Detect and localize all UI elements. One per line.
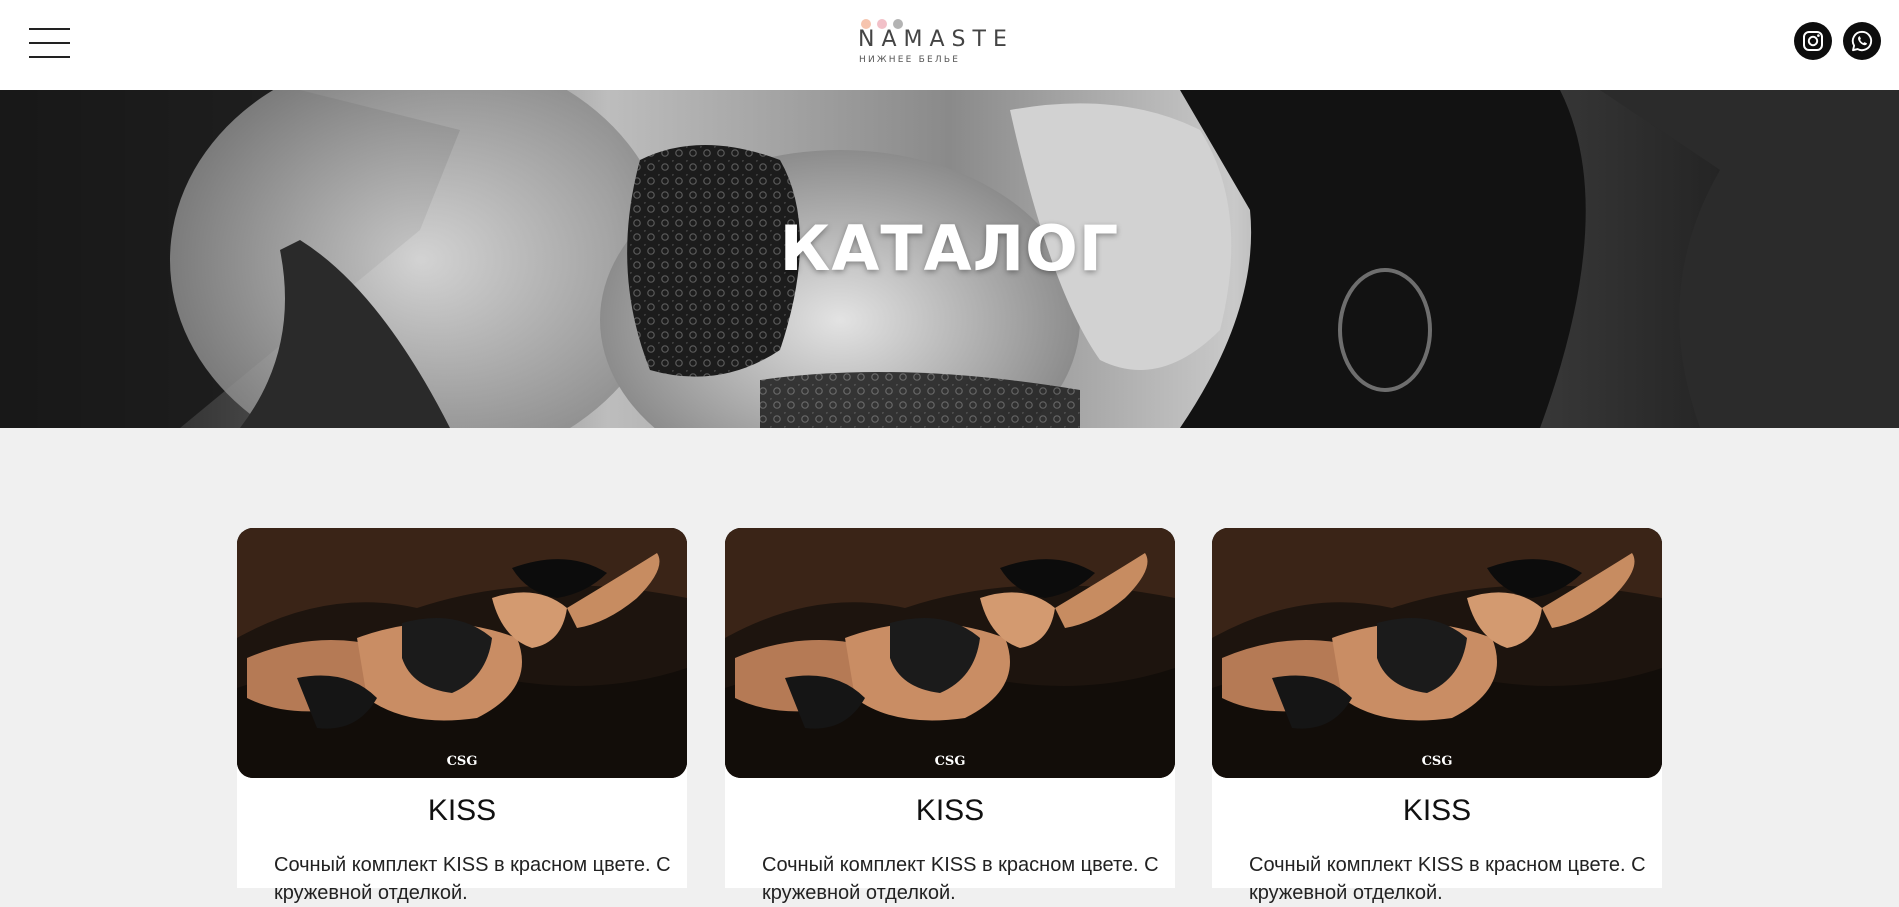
whatsapp-icon xyxy=(1851,30,1873,52)
product-photo[interactable]: CSG xyxy=(237,528,687,778)
logo-tagline: НИЖНЕЕ БЕЛЬЕ xyxy=(859,55,961,65)
product-photo-watermark: CSG xyxy=(1421,754,1453,769)
brand-logo[interactable]: NAMASTE НИЖНЕЕ БЕЛЬЕ xyxy=(858,16,1024,68)
logo-dots xyxy=(861,16,909,29)
page-title: КАТАЛОГ xyxy=(779,212,1120,285)
whatsapp-button[interactable] xyxy=(1843,22,1881,60)
product-description: Сочный комплект KISS в красном цвете. С … xyxy=(1249,854,1646,904)
product-photo-art xyxy=(725,528,1175,778)
product-card[interactable]: CSG KISS Сочный комплект KISS в красном … xyxy=(237,528,687,904)
product-photo-watermark: CSG xyxy=(934,754,966,769)
product-photo-watermark: CSG xyxy=(446,754,478,769)
product-title[interactable]: KISS xyxy=(237,796,687,826)
logo-brand-name: NAMASTE xyxy=(858,27,1014,52)
product-description: Сочный комплект KISS в красном цвете. С … xyxy=(274,854,671,904)
hamburger-menu-icon[interactable] xyxy=(29,28,70,60)
instagram-icon xyxy=(1803,31,1823,51)
product-description: Сочный комплект KISS в красном цвете. С … xyxy=(762,854,1159,904)
instagram-button[interactable] xyxy=(1794,22,1832,60)
product-photo-art xyxy=(1212,528,1662,778)
product-photo[interactable]: CSG xyxy=(1212,528,1662,778)
product-card[interactable]: CSG KISS Сочный комплект KISS в красном … xyxy=(725,528,1175,904)
product-title[interactable]: KISS xyxy=(725,796,1175,826)
product-photo[interactable]: CSG xyxy=(725,528,1175,778)
catalog-hero-banner: КАТАЛОГ xyxy=(0,90,1899,428)
site-header: NAMASTE НИЖНЕЕ БЕЛЬЕ xyxy=(0,0,1899,90)
product-photo-art xyxy=(237,528,687,778)
product-title[interactable]: KISS xyxy=(1212,796,1662,826)
product-card[interactable]: CSG KISS Сочный комплект KISS в красном … xyxy=(1212,528,1662,904)
